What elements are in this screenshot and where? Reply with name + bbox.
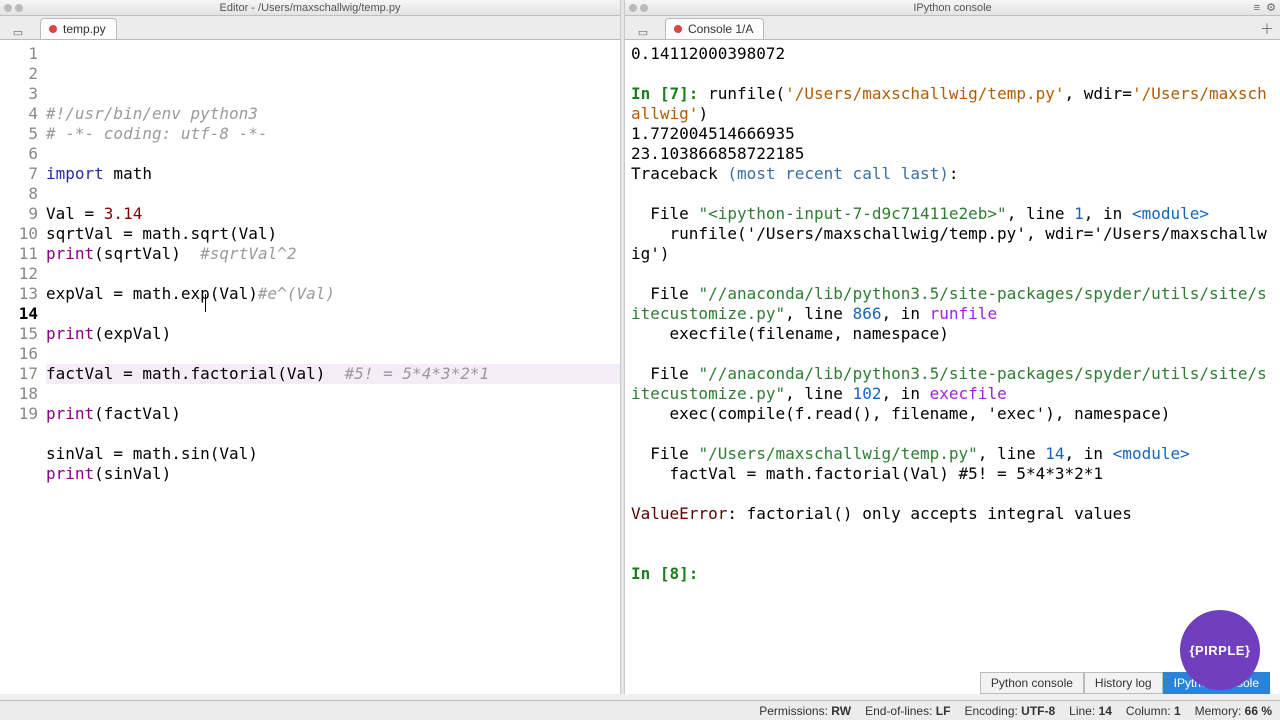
code-line[interactable]: sinVal = math.sin(Val) [46,444,620,464]
code-area[interactable]: #!/usr/bin/env python3# -*- coding: utf-… [42,40,620,694]
editor-tab-bar: ▭ temp.py [0,16,620,40]
code-line[interactable]: import math [46,164,620,184]
code-line[interactable]: sqrtVal = math.sqrt(Val) [46,224,620,244]
editor-tab-label: temp.py [63,22,106,36]
line-number: 7 [0,164,38,184]
console-tab-bar: ▭ Console 1/A ＋ [625,16,1280,40]
tab-python-console[interactable]: Python console [980,672,1084,694]
text-cursor [205,294,206,312]
console-pane: IPython console ⚙ ≡ ▭ Console 1/A ＋ 0.14… [625,0,1280,694]
status-permissions: Permissions: RW [759,704,851,718]
line-number: 9 [0,204,38,224]
error-name: ValueError [631,504,727,523]
window-dot[interactable] [4,4,12,12]
line-number: 2 [0,64,38,84]
in-prompt: In [7]: [631,84,708,103]
editor-title-bar: Editor - /Users/maxschallwig/temp.py [0,0,620,16]
code-line[interactable] [46,264,620,284]
tb-file: "<ipython-input-7-d9c71411e2eb>" [698,204,1006,223]
tb-code: execfile(filename, namespace) [631,324,949,343]
tab-menu-icon[interactable]: ▭ [0,26,36,39]
line-number: 3 [0,84,38,104]
console-tab[interactable]: Console 1/A [665,18,764,39]
status-line: Line: 14 [1069,704,1112,718]
line-number: 17 [0,364,38,384]
traceback-label: Traceback [631,164,727,183]
close-tab-icon[interactable] [49,25,57,33]
editor-body[interactable]: 12345678910111213141516171819 #!/usr/bin… [0,40,620,694]
output-line: 23.103866858722185 [631,144,804,163]
line-number: 15 [0,324,38,344]
status-bar: Permissions: RW End-of-lines: LF Encodin… [0,700,1280,720]
code-line[interactable] [46,424,620,444]
console-title-bar: IPython console ⚙ ≡ [625,0,1280,16]
code-line[interactable]: factVal = math.factorial(Val) #5! = 5*4*… [46,364,620,384]
menu-icon[interactable]: ≡ [1254,2,1260,14]
add-console-icon[interactable]: ＋ [1260,19,1274,39]
line-number: 10 [0,224,38,244]
line-number: 14 [0,304,38,324]
code-line[interactable]: #!/usr/bin/env python3 [46,104,620,124]
status-eol: End-of-lines: LF [865,704,950,718]
code-line[interactable] [46,304,620,324]
close-tab-icon[interactable] [674,25,682,33]
code-line[interactable] [46,384,620,404]
tb-code: exec(compile(f.read(), filename, 'exec')… [631,404,1170,423]
code-line[interactable] [46,344,620,364]
editor-window-title: Editor - /Users/maxschallwig/temp.py [0,2,620,14]
gear-icon[interactable]: ⚙ [1266,1,1276,14]
editor-tab[interactable]: temp.py [40,18,117,39]
path-string: '/Users/maxschallwig/temp.py' [785,84,1064,103]
pirple-badge: {PIRPLE} [1180,610,1260,690]
code-line[interactable]: print(sinVal) [46,464,620,484]
console-tab-label: Console 1/A [688,22,753,36]
line-number: 18 [0,384,38,404]
output-line: 1.772004514666935 [631,124,795,143]
tab-history-log[interactable]: History log [1084,672,1163,694]
code-line[interactable]: Val = 3.14 [46,204,620,224]
window-dot[interactable] [640,4,648,12]
tb-code: runfile('/Users/maxschallwig/temp.py', w… [631,224,1267,263]
code-line[interactable]: print(expVal) [46,324,620,344]
code-line[interactable]: # -*- coding: utf-8 -*- [46,124,620,144]
code-line[interactable]: print(factVal) [46,404,620,424]
code-text: runfile( [708,84,785,103]
line-number: 11 [0,244,38,264]
tb-file: "/Users/maxschallwig/temp.py" [698,444,977,463]
line-number-gutter: 12345678910111213141516171819 [0,40,42,694]
console-window-title: IPython console [625,2,1280,14]
line-number: 5 [0,124,38,144]
line-number: 1 [0,44,38,64]
status-column: Column: 1 [1126,704,1181,718]
tab-menu-icon[interactable]: ▭ [625,26,661,39]
console-output[interactable]: 0.14112000398072 In [7]: runfile('/Users… [625,40,1280,694]
line-number: 4 [0,104,38,124]
code-line[interactable]: print(sqrtVal) #sqrtVal^2 [46,244,620,264]
in-prompt: In [8]: [631,564,708,583]
window-dot[interactable] [15,4,23,12]
code-line[interactable] [46,144,620,164]
line-number: 19 [0,404,38,424]
tb-code: factVal = math.factorial(Val) #5! = 5*4*… [631,464,1103,483]
status-encoding: Encoding: UTF-8 [964,704,1055,718]
line-number: 13 [0,284,38,304]
editor-pane: Editor - /Users/maxschallwig/temp.py ▭ t… [0,0,620,694]
line-number: 12 [0,264,38,284]
error-msg: : factorial() only accepts integral valu… [727,504,1132,523]
output-line: 0.14112000398072 [631,44,785,63]
status-memory: Memory: 66 % [1195,704,1272,718]
window-dot[interactable] [629,4,637,12]
line-number: 8 [0,184,38,204]
code-line[interactable] [46,184,620,204]
line-number: 16 [0,344,38,364]
code-line[interactable]: expVal = math.exp(Val)#e^(Val) [46,284,620,304]
line-number: 6 [0,144,38,164]
